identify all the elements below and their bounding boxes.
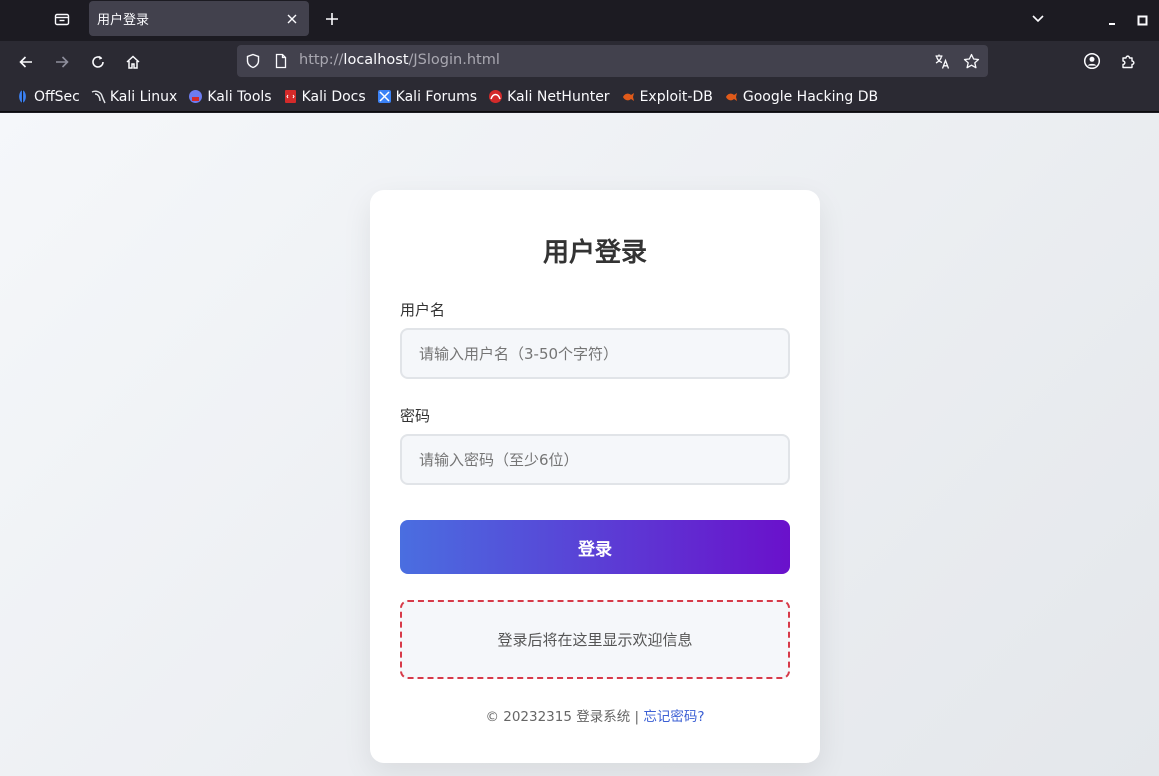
navigation-toolbar: http://localhost/JSlogin.html — [0, 41, 1159, 82]
translate-icon[interactable] — [934, 53, 951, 70]
url-text[interactable]: http://localhost/JSlogin.html — [299, 52, 500, 68]
close-tab-icon[interactable] — [285, 12, 299, 26]
bookmark-kali-tools[interactable]: Kali Tools — [188, 88, 272, 105]
window-maximize-icon[interactable] — [1137, 12, 1149, 26]
exploit-db-icon — [621, 89, 636, 104]
bookmark-exploit-db[interactable]: Exploit-DB — [621, 89, 713, 105]
bookmark-label: OffSec — [34, 88, 80, 105]
account-icon[interactable] — [1083, 52, 1101, 70]
password-input[interactable] — [400, 434, 790, 485]
bookmark-star-icon[interactable] — [963, 53, 980, 70]
login-button[interactable]: 登录 — [400, 520, 790, 574]
bookmarks-toolbar: OffSec Kali Linux Kali Tools Kali Docs K… — [0, 82, 1159, 112]
kali-forums-icon — [377, 89, 392, 104]
bookmark-kali-nethunter[interactable]: Kali NetHunter — [488, 88, 610, 105]
bookmark-label: Kali Linux — [109, 88, 178, 105]
tab-title: 用户登录 — [97, 13, 150, 28]
bookmark-google-hacking-db[interactable]: Google Hacking DB — [724, 89, 878, 105]
username-input[interactable] — [400, 328, 790, 379]
login-card: 用户登录 用户名 密码 登录 登录后将在这里显示欢迎信息 © 20232315 … — [370, 190, 820, 763]
page-info-icon[interactable] — [273, 53, 289, 69]
home-icon[interactable] — [121, 50, 145, 74]
kali-dragon-icon — [91, 89, 106, 104]
extensions-puzzle-icon[interactable] — [1120, 52, 1138, 70]
bookmark-label: Kali Forums — [395, 88, 478, 105]
bookmark-label: Kali Tools — [207, 88, 272, 105]
password-label: 密码 — [400, 407, 431, 425]
username-label: 用户名 — [400, 301, 446, 319]
bookmark-label: Kali Docs — [301, 88, 366, 105]
tab-strip: 用户登录 — [0, 0, 1159, 41]
bookmark-kali-docs[interactable]: Kali Docs — [283, 89, 366, 105]
ghdb-icon — [724, 89, 739, 104]
bookmark-label: Exploit-DB — [639, 88, 713, 105]
url-path: /JSlogin.html — [408, 52, 500, 68]
bookmark-kali-linux[interactable]: Kali Linux — [91, 89, 177, 105]
url-host: localhost — [343, 52, 409, 68]
tab-overview-icon[interactable] — [50, 7, 74, 31]
address-bar[interactable]: http://localhost/JSlogin.html — [237, 45, 988, 77]
tracking-protection-shield-icon[interactable] — [245, 53, 261, 69]
welcome-message-box: 登录后将在这里显示欢迎信息 — [400, 600, 790, 679]
back-arrow-icon[interactable] — [14, 50, 38, 74]
forward-arrow-icon[interactable] — [50, 50, 74, 74]
new-tab-plus-icon[interactable] — [321, 8, 343, 30]
offsec-icon — [15, 89, 30, 104]
reload-icon[interactable] — [86, 50, 110, 74]
forgot-password-link[interactable]: 忘记密码? — [643, 709, 704, 725]
footer-copyright: © 20232315 登录系统 | — [485, 709, 640, 725]
window-minimize-icon[interactable] — [1107, 12, 1119, 25]
kali-tools-icon — [188, 89, 203, 104]
page-viewport: 用户登录 用户名 密码 登录 登录后将在这里显示欢迎信息 © 20232315 … — [0, 113, 1159, 776]
footer: © 20232315 登录系统 | 忘记密码? — [370, 705, 820, 725]
kali-docs-icon — [283, 89, 298, 104]
page-title: 用户登录 — [542, 238, 647, 268]
list-all-tabs-chevron-icon[interactable] — [1030, 10, 1046, 26]
welcome-message-text: 登录后将在这里显示欢迎信息 — [497, 631, 693, 649]
nethunter-icon — [488, 89, 503, 104]
bookmark-label: Kali NetHunter — [507, 88, 610, 105]
browser-tab-active[interactable]: 用户登录 — [89, 1, 309, 36]
bookmark-offsec[interactable]: OffSec — [15, 89, 80, 105]
bookmark-label: Google Hacking DB — [742, 88, 879, 105]
url-scheme: http:// — [299, 52, 344, 68]
bookmark-kali-forums[interactable]: Kali Forums — [377, 89, 477, 105]
